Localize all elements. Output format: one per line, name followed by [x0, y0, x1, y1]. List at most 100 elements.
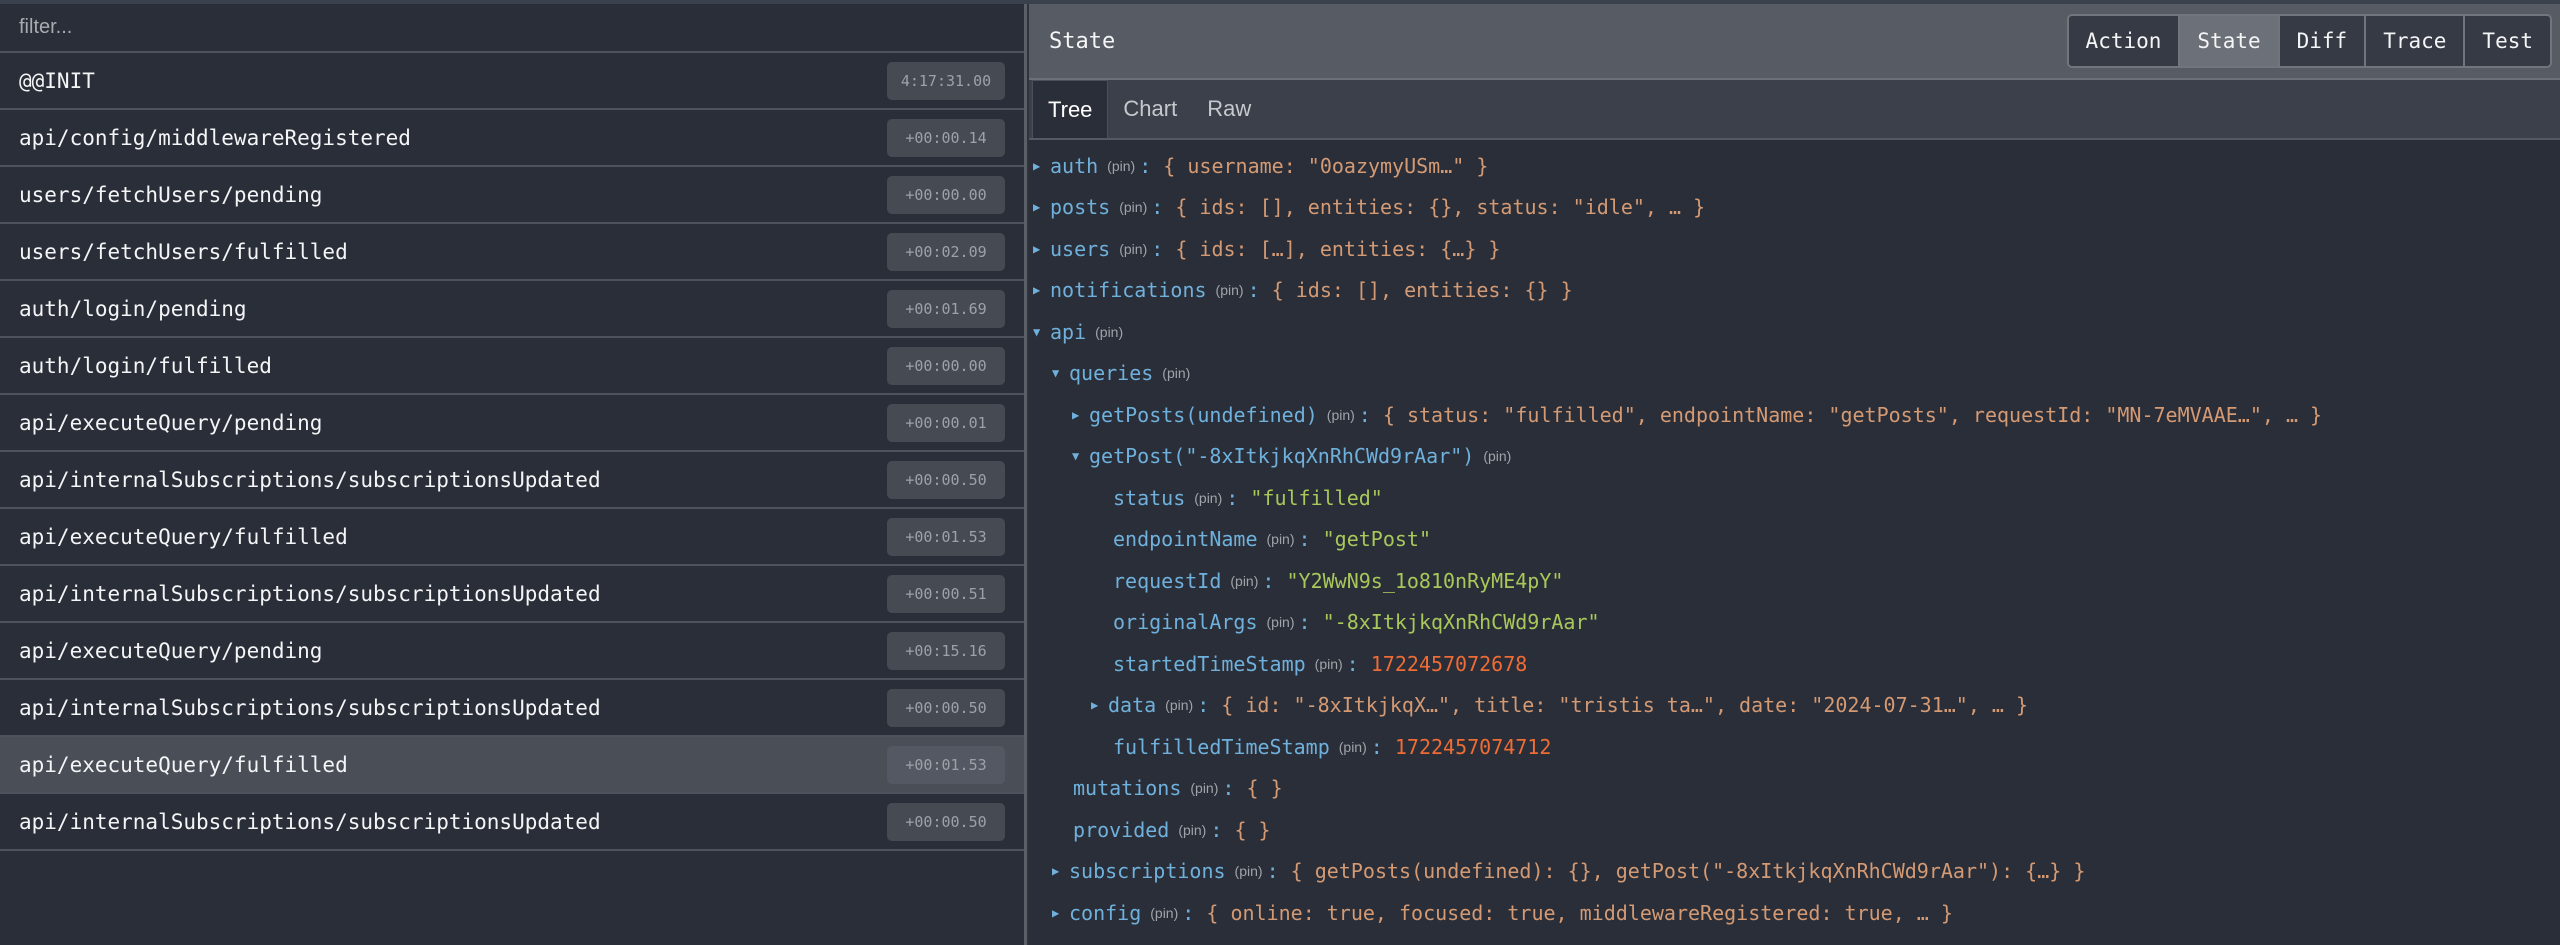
tree-value: "-8xItkjkqXnRhCWd9rAar" — [1322, 610, 1600, 635]
pin-link[interactable]: (pin) — [1107, 158, 1135, 174]
pin-link[interactable]: (pin) — [1267, 531, 1295, 547]
pin-link[interactable]: (pin) — [1339, 739, 1367, 755]
pin-link[interactable]: (pin) — [1178, 822, 1206, 838]
tree-key: users — [1050, 236, 1111, 261]
inspector-panel: State Action State Diff Trace Test Tree Chart… — [1029, 4, 2560, 945]
action-name: api/executeQuery/fulfilled — [19, 524, 348, 549]
caret-down-icon[interactable]: ▼ — [1033, 325, 1050, 339]
caret-right-icon[interactable]: ▶ — [1033, 242, 1050, 256]
tree-value: { username: "0oazymyUSm…" } — [1163, 153, 1489, 178]
pin-link[interactable]: (pin) — [1235, 863, 1263, 879]
pin-link[interactable]: (pin) — [1162, 365, 1190, 381]
tree-node[interactable]: provided (pin): { } — [1029, 809, 2560, 851]
action-list-item[interactable]: api/internalSubscriptions/subscriptionsU… — [0, 452, 1024, 509]
colon: : — [1226, 485, 1251, 510]
caret-down-icon[interactable]: ▼ — [1072, 449, 1089, 463]
action-list-item[interactable]: api/internalSubscriptions/subscriptionsU… — [0, 566, 1024, 623]
tab-raw[interactable]: Raw — [1192, 80, 1266, 138]
colon: : — [1139, 153, 1164, 178]
caret-right-icon[interactable]: ▶ — [1072, 408, 1089, 422]
mode-button-state[interactable]: State — [2180, 16, 2280, 66]
tree-node[interactable]: mutations (pin): { } — [1029, 768, 2560, 810]
tree-node[interactable]: requestId (pin): "Y2WwN9s_1o810nRyME4pY" — [1029, 560, 2560, 602]
tree-value: { getPosts(undefined): {}, getPost("-8xI… — [1290, 859, 2086, 884]
action-list-item[interactable]: api/executeQuery/fulfilled +00:01.53 — [0, 737, 1024, 794]
action-list-item[interactable]: @@INIT 4:17:31.00 — [0, 53, 1024, 110]
mode-button-diff[interactable]: Diff — [2279, 16, 2367, 66]
filter-input[interactable] — [19, 16, 1024, 39]
tree-key: auth — [1050, 153, 1099, 178]
tree-node[interactable]: ▶ auth (pin): { username: "0oazymyUSm…" } — [1029, 145, 2560, 187]
tree-value: "Y2WwN9s_1o810nRyME4pY" — [1286, 568, 1564, 593]
action-list-item[interactable]: api/config/middlewareRegistered +00:00.14 — [0, 110, 1024, 167]
pin-link[interactable]: (pin) — [1483, 448, 1511, 464]
pin-link[interactable]: (pin) — [1315, 656, 1343, 672]
action-list-item[interactable]: users/fetchUsers/pending +00:00.00 — [0, 167, 1024, 224]
action-list-item[interactable]: auth/login/fulfilled +00:00.00 — [0, 338, 1024, 395]
tree-node[interactable]: startedTimeStamp (pin): 1722457072678 — [1029, 643, 2560, 685]
action-list-item[interactable]: users/fetchUsers/fulfilled +00:02.09 — [0, 224, 1024, 281]
tree-node[interactable]: ▼ getPost("-8xItkjkqXnRhCWd9rAar") (pin) — [1029, 436, 2560, 478]
pin-link[interactable]: (pin) — [1216, 282, 1244, 298]
caret-down-icon[interactable]: ▼ — [1052, 366, 1069, 380]
mode-button-trace[interactable]: Trace — [2366, 16, 2466, 66]
pin-link[interactable]: (pin) — [1230, 573, 1258, 589]
tree-node[interactable]: ▼ queries (pin) — [1029, 353, 2560, 395]
action-timestamp: +00:01.53 — [887, 745, 1005, 784]
action-name: api/internalSubscriptions/subscriptionsU… — [19, 581, 601, 606]
colon: : — [1370, 734, 1395, 759]
pin-link[interactable]: (pin) — [1327, 407, 1355, 423]
tree-node[interactable]: ▶ getPosts(undefined) (pin): { status: "fu… — [1029, 394, 2560, 436]
colon: : — [1262, 568, 1287, 593]
caret-right-icon[interactable]: ▶ — [1033, 200, 1050, 214]
pin-link[interactable]: (pin) — [1194, 490, 1222, 506]
action-timestamp: +00:00.01 — [887, 403, 1005, 442]
pin-link[interactable]: (pin) — [1190, 780, 1218, 796]
tree-key: data — [1108, 693, 1157, 718]
tree-key: fulfilledTimeStamp — [1113, 734, 1330, 759]
filter-bar — [0, 4, 1024, 53]
tree-node[interactable]: ▶ config (pin): { online: true, focused: t… — [1029, 892, 2560, 934]
tree-node[interactable]: originalArgs (pin): "-8xItkjkqXnRhCWd9rAa… — [1029, 602, 2560, 644]
colon: : — [1266, 859, 1291, 884]
tree-node[interactable]: ▶ users (pin): { ids: […], entities: {…} } — [1029, 228, 2560, 270]
tree-key: getPost("-8xItkjkqXnRhCWd9rAar") — [1089, 444, 1475, 469]
action-list-item[interactable]: api/executeQuery/fulfilled +00:01.53 — [0, 509, 1024, 566]
tree-key: notifications — [1050, 278, 1207, 303]
pin-link[interactable]: (pin) — [1165, 697, 1193, 713]
tree-node[interactable]: ▶ notifications (pin): { ids: [], entities… — [1029, 270, 2560, 312]
pin-link[interactable]: (pin) — [1150, 905, 1178, 921]
tree-node[interactable]: ▼ api (pin) — [1029, 311, 2560, 353]
caret-right-icon[interactable]: ▶ — [1091, 698, 1108, 712]
action-list-item[interactable]: api/internalSubscriptions/subscriptionsU… — [0, 680, 1024, 737]
pin-link[interactable]: (pin) — [1119, 199, 1147, 215]
action-timestamp: +00:00.50 — [887, 460, 1005, 499]
tree-key: subscriptions — [1069, 859, 1226, 884]
tree-node[interactable]: endpointName (pin): "getPost" — [1029, 519, 2560, 561]
action-list-item[interactable]: auth/login/pending +00:01.69 — [0, 281, 1024, 338]
tree-node[interactable]: status (pin): "fulfilled" — [1029, 477, 2560, 519]
caret-right-icon[interactable]: ▶ — [1033, 159, 1050, 173]
caret-right-icon[interactable]: ▶ — [1052, 864, 1069, 878]
tab-chart[interactable]: Chart — [1108, 80, 1192, 138]
tree-node[interactable]: fulfilledTimeStamp (pin): 1722457074712 — [1029, 726, 2560, 768]
tree-node[interactable]: ▶ data (pin): { id: "-8xItkjkqX…", title: … — [1029, 685, 2560, 727]
tree-key: startedTimeStamp — [1113, 651, 1306, 676]
action-timestamp: +00:01.69 — [887, 289, 1005, 328]
action-list-item[interactable]: api/executeQuery/pending +00:00.01 — [0, 395, 1024, 452]
pin-link[interactable]: (pin) — [1119, 241, 1147, 257]
tree-node[interactable]: ▶ posts (pin): { ids: [], entities: {}, st… — [1029, 187, 2560, 229]
tree-value: { ids: […], entities: {…} } — [1175, 236, 1501, 261]
action-list-item[interactable]: api/internalSubscriptions/subscriptionsU… — [0, 794, 1024, 851]
action-list-item[interactable]: api/executeQuery/pending +00:15.16 — [0, 623, 1024, 680]
caret-right-icon[interactable]: ▶ — [1033, 283, 1050, 297]
tree-value: "getPost" — [1322, 527, 1431, 552]
caret-right-icon[interactable]: ▶ — [1052, 906, 1069, 920]
pin-link[interactable]: (pin) — [1095, 324, 1123, 340]
tab-tree[interactable]: Tree — [1032, 80, 1109, 138]
pin-link[interactable]: (pin) — [1267, 614, 1295, 630]
tree-value: { ids: [], entities: {} } — [1271, 278, 1573, 303]
tree-node[interactable]: ▶ subscriptions (pin): { getPosts(undefine… — [1029, 851, 2560, 893]
mode-button-action[interactable]: Action — [2068, 16, 2181, 66]
mode-button-test[interactable]: Test — [2465, 16, 2550, 66]
